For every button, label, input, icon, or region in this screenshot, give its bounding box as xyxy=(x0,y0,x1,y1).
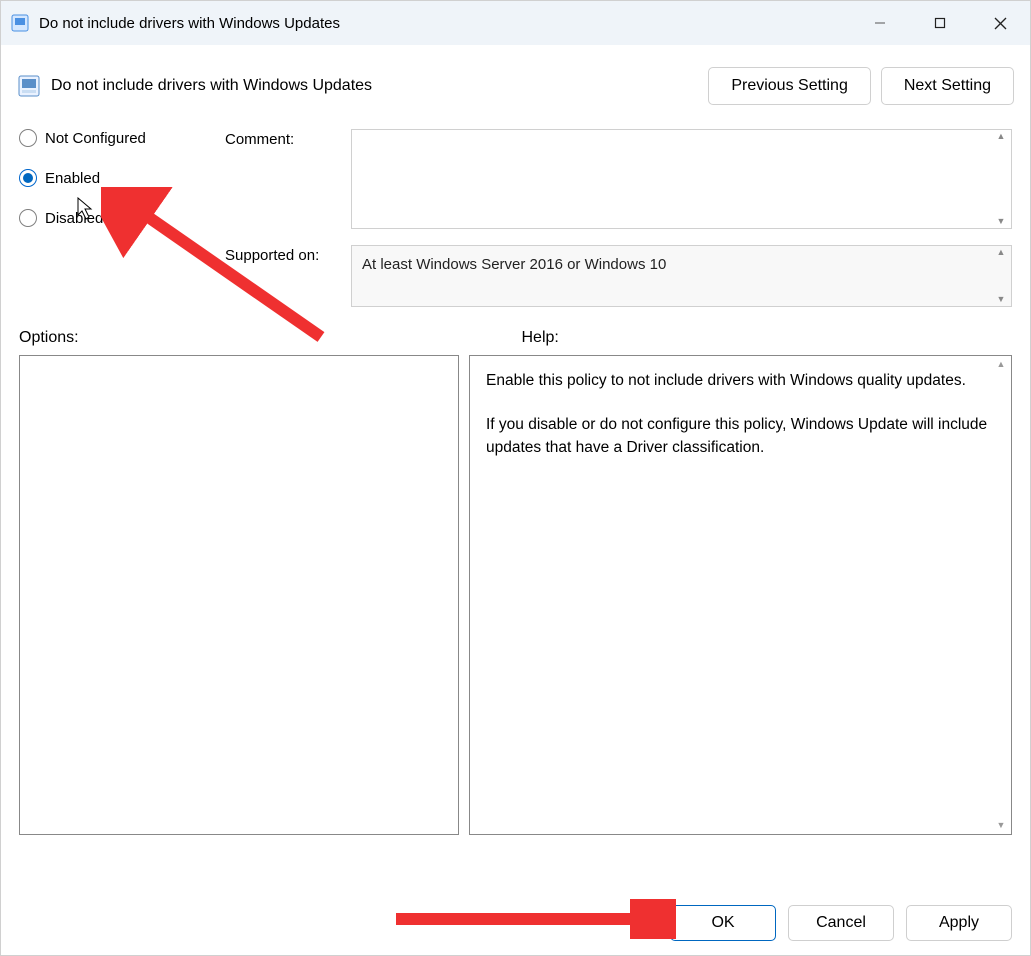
scroll-down-icon[interactable]: ▼ xyxy=(993,295,1009,304)
radio-label: Disabled xyxy=(45,210,103,227)
help-paragraph: If you disable or do not configure this … xyxy=(486,414,995,459)
setting-icon xyxy=(17,74,41,98)
radio-icon xyxy=(19,209,37,227)
titlebar: Do not include drivers with Windows Upda… xyxy=(1,1,1030,45)
cancel-button[interactable]: Cancel xyxy=(788,905,894,941)
next-setting-button[interactable]: Next Setting xyxy=(881,67,1014,105)
help-label: Help: xyxy=(522,329,1013,347)
radio-label: Enabled xyxy=(45,170,100,187)
radio-not-configured[interactable]: Not Configured xyxy=(19,129,219,147)
app-icon xyxy=(11,14,29,32)
radio-disabled[interactable]: Disabled xyxy=(19,209,219,227)
scroll-up-icon[interactable]: ▲ xyxy=(993,132,1009,141)
annotation-arrow-ok xyxy=(386,899,676,939)
close-button[interactable] xyxy=(970,1,1030,45)
apply-button[interactable]: Apply xyxy=(906,905,1012,941)
help-paragraph: Enable this policy to not include driver… xyxy=(486,370,995,392)
scroll-up-icon[interactable]: ▲ xyxy=(993,248,1009,257)
supported-on-box: At least Windows Server 2016 or Windows … xyxy=(351,245,1012,307)
setting-title: Do not include drivers with Windows Upda… xyxy=(51,77,372,95)
radio-enabled[interactable]: Enabled xyxy=(19,169,219,187)
supported-on-label: Supported on: xyxy=(225,245,345,264)
comment-textarea[interactable]: ▲ ▼ xyxy=(351,129,1012,229)
setting-header: Do not include drivers with Windows Upda… xyxy=(1,45,1030,105)
minimize-button[interactable] xyxy=(850,1,910,45)
radio-icon xyxy=(19,169,37,187)
state-radio-group: Not Configured Enabled Disabled xyxy=(19,129,219,249)
policy-editor-window: Do not include drivers with Windows Upda… xyxy=(0,0,1031,956)
dialog-footer: OK Cancel Apply xyxy=(670,905,1012,941)
maximize-button[interactable] xyxy=(910,1,970,45)
radio-icon xyxy=(19,129,37,147)
comment-label: Comment: xyxy=(225,129,345,148)
ok-button[interactable]: OK xyxy=(670,905,776,941)
help-panel: Enable this policy to not include driver… xyxy=(469,355,1012,835)
window-title: Do not include drivers with Windows Upda… xyxy=(39,15,340,32)
scroll-down-icon[interactable]: ▼ xyxy=(993,819,1009,832)
options-panel xyxy=(19,355,459,835)
scroll-down-icon[interactable]: ▼ xyxy=(993,217,1009,226)
radio-label: Not Configured xyxy=(45,130,146,147)
supported-on-value: At least Windows Server 2016 or Windows … xyxy=(362,256,666,273)
previous-setting-button[interactable]: Previous Setting xyxy=(708,67,871,105)
scroll-up-icon[interactable]: ▲ xyxy=(993,358,1009,371)
options-label: Options: xyxy=(19,329,510,347)
